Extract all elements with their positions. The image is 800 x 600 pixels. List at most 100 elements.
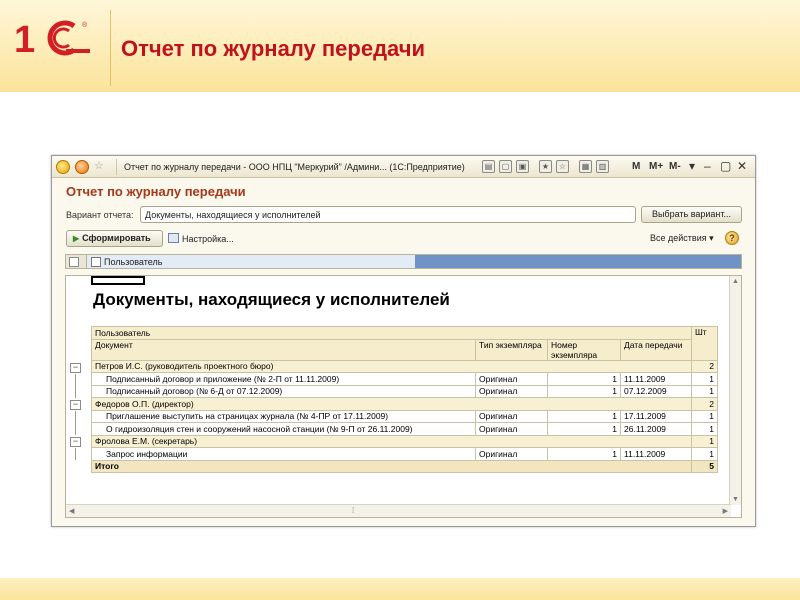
type-cell: Оригинал	[475, 372, 548, 386]
titlebar-separator	[116, 159, 117, 175]
maximize-icon[interactable]: ▢	[720, 159, 731, 173]
favorite-star-icon[interactable]: ☆	[94, 159, 104, 172]
main-menu-icon[interactable]	[75, 160, 89, 174]
scroll-down-icon[interactable]: ▼	[732, 496, 739, 503]
count-cell: 1	[691, 447, 718, 461]
header-count: Шт	[691, 326, 718, 361]
date-cell: 07.12.2009	[620, 384, 692, 398]
variant-field[interactable]: Документы, находящиеся у исполнителей	[140, 206, 636, 223]
filter-checkbox[interactable]	[69, 257, 79, 267]
settings-icon	[168, 233, 179, 243]
table-row: Подписанный договор и приложение (№ 2-П …	[91, 372, 718, 386]
svg-text:®: ®	[82, 21, 88, 29]
1c-logo: 1 ®	[14, 19, 90, 58]
calendar-icon[interactable]: ▥	[596, 160, 609, 173]
home-icon[interactable]	[56, 160, 70, 174]
document-cell: Приглашение выступить на страницах журна…	[91, 409, 476, 423]
number-cell: 1	[547, 447, 621, 461]
minimize-icon[interactable]: –	[704, 159, 711, 173]
collapse-icon[interactable]: −	[70, 363, 81, 373]
print-icon[interactable]: ▤	[482, 160, 495, 173]
slide-title: Отчет по журналу передачи	[121, 36, 426, 61]
build-report-button[interactable]: ▶ Сформировать	[66, 230, 163, 247]
group-line	[75, 374, 76, 398]
header-copy-number: Номер экземпляра	[547, 338, 621, 361]
preview-icon[interactable]: ▢	[499, 160, 512, 173]
header-transfer-date: Дата передачи	[620, 338, 692, 361]
memory-minus-button[interactable]: M-	[669, 161, 681, 172]
memory-plus-button[interactable]: M+	[649, 161, 663, 172]
type-cell: Оригинал	[475, 409, 548, 423]
save-icon[interactable]: ▣	[516, 160, 529, 173]
header-divider	[110, 10, 111, 86]
select-variant-button[interactable]: Выбрать вариант...	[641, 206, 742, 223]
memory-button[interactable]: M	[632, 161, 640, 172]
logo-area: 1 ®	[0, 0, 110, 92]
window-titlebar: ☆ Отчет по журналу передачи - ООО НПЦ "М…	[52, 156, 755, 178]
number-cell: 1	[547, 384, 621, 398]
header-row: Пользователь Шт	[91, 326, 718, 361]
build-report-label: Сформировать	[82, 233, 151, 243]
scroll-left-icon[interactable]: ◀	[69, 507, 74, 515]
scroll-grip-icon[interactable]: ⁞	[352, 506, 354, 515]
grouping-gutter: − − −	[67, 360, 87, 480]
filter-bar: Пользователь	[65, 254, 742, 269]
group-cell: Фролова Е.М. (секретарь)	[91, 434, 692, 448]
date-cell: 26.11.2009	[620, 422, 692, 436]
chevron-down-icon: ▾	[709, 233, 714, 243]
total-count: 5	[691, 459, 718, 473]
collapse-icon[interactable]: −	[70, 400, 81, 410]
count-cell: 1	[691, 409, 718, 423]
type-cell: Оригинал	[475, 384, 548, 398]
svg-text:1: 1	[14, 19, 35, 58]
header-document: Документ	[91, 338, 476, 361]
document-cell: Подписанный договор (№ 6-Д от 07.12.2009…	[91, 384, 476, 398]
slide-footer	[0, 578, 800, 600]
total-row: Итого 5	[91, 459, 718, 473]
table-row: Подписанный договор (№ 6-Д от 07.12.2009…	[91, 384, 718, 398]
scroll-up-icon[interactable]: ▲	[732, 278, 739, 285]
vertical-scrollbar[interactable]: ▲ ▼	[729, 276, 741, 505]
header-user: Пользователь	[91, 326, 692, 340]
header-copy-type: Тип экземпляра	[475, 338, 548, 361]
group-cell: Петров И.С. (руководитель проектного бюр…	[91, 359, 692, 373]
user-filter-icon	[91, 257, 101, 267]
cell-cursor	[91, 276, 145, 285]
report-title: Документы, находящиеся у исполнителей	[93, 290, 450, 309]
help-icon[interactable]: ?	[725, 231, 739, 245]
filter-field-label: Пользователь	[104, 257, 163, 267]
type-cell: Оригинал	[475, 447, 548, 461]
close-icon[interactable]: ✕	[737, 159, 747, 173]
settings-label: Настройка...	[182, 234, 234, 244]
window-options-icon[interactable]: ▾	[689, 159, 695, 173]
date-cell: 11.11.2009	[620, 447, 692, 461]
count-cell: 2	[691, 397, 718, 411]
form-title: Отчет по журналу передачи	[66, 184, 246, 199]
table-row: Запрос информации Оригинал 1 11.11.2009 …	[91, 447, 718, 461]
window-title: Отчет по журналу передачи - ООО НПЦ "Мер…	[124, 162, 465, 172]
collapse-icon[interactable]: −	[70, 437, 81, 447]
app-window: ☆ Отчет по журналу передачи - ООО НПЦ "М…	[51, 155, 756, 527]
scroll-right-icon[interactable]: ▶	[723, 507, 728, 515]
report-area[interactable]: Документы, находящиеся у исполнителей − …	[65, 275, 742, 518]
number-cell: 1	[547, 422, 621, 436]
play-icon: ▶	[73, 234, 80, 243]
calculator-icon[interactable]: ▦	[579, 160, 592, 173]
document-cell: Запрос информации	[91, 447, 476, 461]
document-cell: О гидроизоляция стен и сооружений насосн…	[91, 422, 476, 436]
horizontal-scrollbar[interactable]: ◀ ⁞ ▶	[66, 504, 731, 517]
all-actions-label: Все действия	[650, 233, 707, 243]
filter-value[interactable]	[415, 255, 741, 268]
variant-label: Вариант отчета:	[66, 210, 134, 220]
favorites-add-icon[interactable]: ★	[539, 160, 552, 173]
count-cell: 1	[691, 422, 718, 436]
type-cell: Оригинал	[475, 422, 548, 436]
filter-field[interactable]: Пользователь	[86, 255, 415, 268]
count-cell: 1	[691, 384, 718, 398]
count-cell: 1	[691, 434, 718, 448]
all-actions-menu[interactable]: Все действия ▾	[650, 233, 714, 244]
group-line	[75, 411, 76, 435]
favorites-icon[interactable]: ☆	[556, 160, 569, 173]
settings-link[interactable]: Настройка...	[168, 233, 234, 244]
date-cell: 11.11.2009	[620, 372, 692, 386]
